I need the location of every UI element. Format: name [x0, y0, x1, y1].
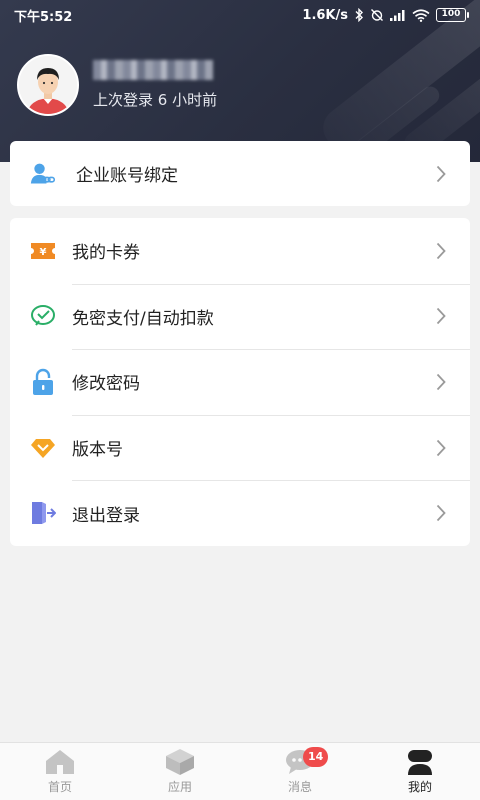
menu-item-label: 修改密码: [72, 374, 140, 395]
status-time: 下午5:52: [14, 9, 73, 25]
chevron-right-icon: [436, 505, 446, 522]
profile-header: 下午5:52 1.6K/s 100 上次登录 6 小时前: [0, 0, 480, 162]
menu-item-change-password[interactable]: 修改密码: [10, 349, 470, 415]
lock-icon: [30, 368, 56, 395]
tab-label: 应用: [167, 780, 192, 794]
menu-item-label: 我的卡券: [72, 243, 140, 264]
chevron-right-icon: [436, 242, 446, 259]
battery-icon: 100: [436, 8, 469, 22]
menu-item-enterprise-binding[interactable]: 企业账号绑定: [10, 141, 470, 206]
menu-item-label: 退出登录: [72, 505, 140, 526]
menu-item-label: 版本号: [72, 440, 123, 461]
last-login-text: 上次登录 6 小时前: [93, 91, 218, 109]
enterprise-card: 企业账号绑定: [10, 141, 470, 206]
wechat-pay-icon: [30, 303, 56, 329]
status-bar: 下午5:52 1.6K/s 100: [0, 0, 480, 30]
menu-item-logout[interactable]: 退出登录: [10, 480, 470, 546]
coupon-icon: ¥: [30, 238, 56, 264]
menu-item-password-free-payment[interactable]: 免密支付/自动扣款: [10, 283, 470, 350]
chevron-right-icon: [436, 165, 446, 182]
tab-home[interactable]: 首页: [0, 743, 120, 800]
home-icon: [44, 748, 76, 776]
menu-item-coupons[interactable]: ¥ 我的卡券: [10, 218, 470, 284]
svg-text:¥: ¥: [40, 247, 47, 258]
battery-level: 100: [441, 9, 461, 19]
apps-cube-icon: [164, 748, 196, 776]
tab-apps[interactable]: 应用: [120, 743, 240, 800]
settings-menu-card: ¥ 我的卡券 免密支付/自动扣款 修改密码 版本号 退出登录: [10, 218, 470, 546]
alarm-off-icon: [371, 9, 383, 21]
chevron-right-icon: [436, 373, 446, 391]
avatar-person-icon: [19, 56, 77, 114]
bottom-tab-bar: 首页 应用 14 消息 我的: [0, 742, 480, 800]
enterprise-user-link-icon: [30, 161, 56, 187]
tab-label: 消息: [287, 780, 312, 794]
tab-label: 我的: [407, 780, 432, 794]
tab-messages[interactable]: 14 消息: [240, 743, 360, 800]
chevron-right-icon: [436, 439, 446, 456]
wifi-icon: [412, 8, 430, 22]
bluetooth-icon: [355, 8, 363, 22]
network-speed: 1.6K/s: [302, 7, 348, 23]
menu-item-label: 免密支付/自动扣款: [72, 308, 214, 329]
avatar[interactable]: [17, 54, 79, 116]
tab-mine[interactable]: 我的: [360, 743, 480, 800]
menu-item-label: 企业账号绑定: [76, 166, 178, 186]
signal-icon: [390, 10, 405, 21]
user-profile-icon: [404, 748, 436, 776]
unread-badge: 14: [303, 747, 329, 767]
menu-item-version[interactable]: 版本号: [10, 414, 470, 481]
logout-door-icon: [30, 500, 56, 526]
version-diamond-icon: [30, 435, 56, 461]
chevron-right-icon: [436, 308, 446, 325]
username-redacted: [93, 60, 213, 80]
tab-label: 首页: [47, 780, 72, 794]
